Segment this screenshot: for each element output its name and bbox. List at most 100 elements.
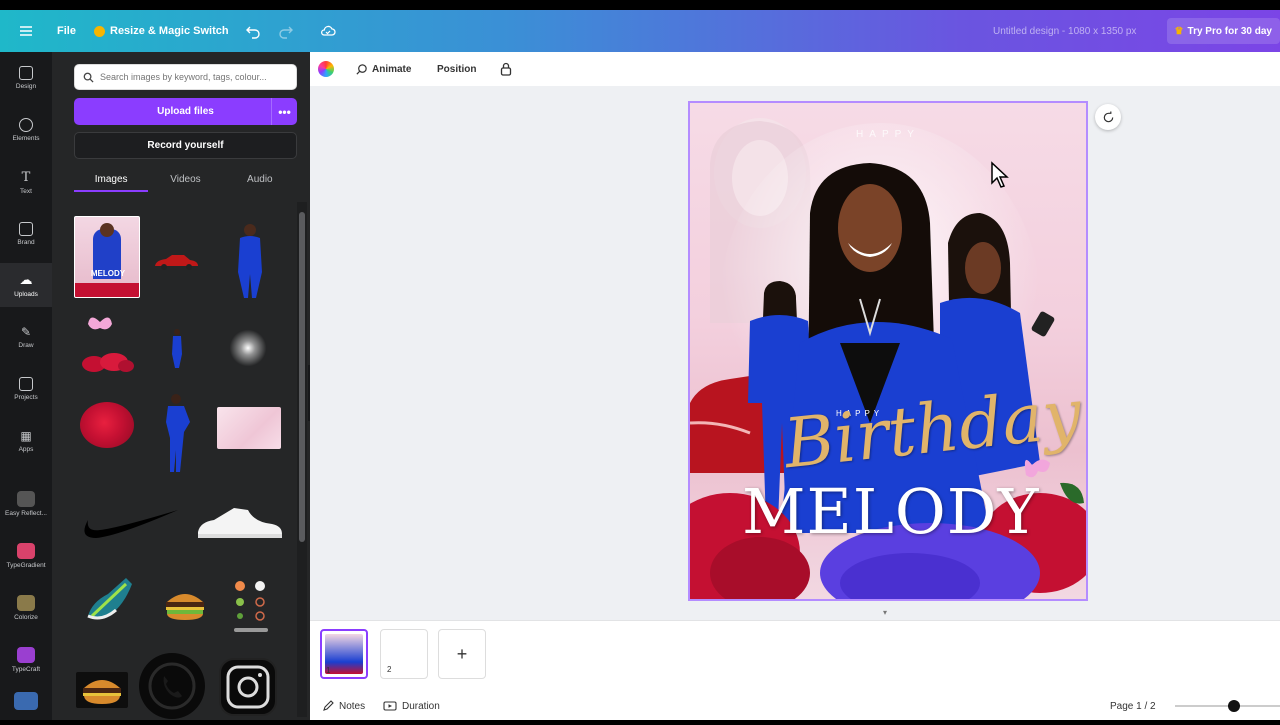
design-top-text[interactable]: HAPPY	[690, 129, 1086, 140]
tab-videos[interactable]: Videos	[148, 168, 222, 192]
more-dots-icon: •••	[278, 104, 291, 119]
rail-item-brand[interactable]: Brand	[0, 212, 52, 256]
rail-label: Brand	[17, 239, 35, 246]
upload-thumb-running-shoe[interactable]	[82, 572, 138, 628]
rail-item-design[interactable]: Design	[0, 56, 52, 100]
duration-icon	[383, 701, 397, 711]
notes-icon	[323, 700, 334, 711]
canvas-workspace: HAPPY HAPPY Birthday MELODY ▾	[310, 86, 1280, 620]
more-app-icon[interactable]	[14, 692, 38, 710]
typegradient-app-icon	[17, 543, 35, 559]
redo-icon[interactable]	[278, 10, 294, 52]
upload-thumb-pink-texture[interactable]	[217, 407, 281, 449]
scroll-thumb[interactable]	[299, 212, 305, 542]
rail-item-draw[interactable]: ✎ Draw	[0, 315, 52, 359]
upload-thumb-butterfly-roses[interactable]	[80, 310, 136, 376]
lock-button[interactable]	[499, 52, 513, 86]
upload-thumb-white-sneaker[interactable]	[194, 500, 284, 542]
menu-icon[interactable]	[18, 10, 34, 52]
upload-thumb-nike-swoosh[interactable]	[78, 502, 182, 542]
page-number: 1	[326, 666, 331, 675]
canva-editor: File Resize & Magic Switch Untitled desi…	[0, 10, 1280, 720]
position-button[interactable]: Position	[437, 52, 476, 86]
upload-thumb-birthday-poster[interactable]: MELODY	[74, 216, 140, 298]
rail-label: Easy Reflect...	[5, 510, 47, 517]
resize-button[interactable]: Resize & Magic Switch	[94, 10, 229, 52]
typecraft-app-icon	[17, 647, 35, 663]
page-thumb-1[interactable]: 1	[320, 629, 368, 679]
duration-label: Duration	[402, 700, 440, 712]
upload-thumb-burger[interactable]	[164, 590, 206, 622]
record-yourself-button[interactable]: Record yourself	[74, 132, 297, 159]
upload-thumb-woman-walking[interactable]	[156, 392, 196, 472]
upload-thumb-whatsapp-logo[interactable]	[136, 652, 208, 720]
undo-icon[interactable]	[245, 10, 261, 52]
draw-icon: ✎	[20, 325, 32, 339]
uploads-panel: Upload files ••• Record yourself Images …	[52, 52, 310, 720]
upload-files-button[interactable]: Upload files •••	[74, 98, 297, 125]
zoom-slider-knob[interactable]	[1228, 700, 1240, 712]
cloud-upload-icon: ☁	[19, 272, 33, 287]
rail-item-typegradient[interactable]: TypeGradient	[0, 534, 52, 578]
rail-label: Apps	[18, 446, 34, 453]
rail-item-elements[interactable]: Elements	[0, 108, 52, 152]
upload-more-button[interactable]: •••	[271, 98, 297, 125]
page-thumb-2[interactable]: 2	[380, 629, 428, 679]
search-input[interactable]	[100, 72, 280, 82]
panel-scrollbar[interactable]	[297, 202, 307, 717]
brand-icon	[19, 222, 33, 236]
upload-thumb-woman-blue-suit[interactable]	[232, 222, 268, 298]
notes-button[interactable]: Notes	[322, 692, 365, 720]
easy-reflect-app-icon	[17, 491, 35, 507]
color-wheel-icon	[318, 61, 334, 77]
upload-thumb-small-figure[interactable]	[170, 328, 184, 368]
upload-thumb-sticker-set[interactable]	[232, 580, 272, 634]
top-bar: File Resize & Magic Switch Untitled desi…	[0, 10, 1280, 52]
design-page[interactable]: HAPPY HAPPY Birthday MELODY	[688, 101, 1088, 601]
rail-item-projects[interactable]: Projects	[0, 367, 52, 411]
page-indicator[interactable]: Page 1 / 2	[1110, 692, 1156, 720]
rail-item-text[interactable]: T Text	[0, 160, 52, 204]
refresh-icon	[1103, 110, 1113, 122]
rail-item-uploads[interactable]: ☁ Uploads	[0, 263, 52, 307]
animate-icon	[356, 63, 367, 75]
rail-item-apps[interactable]: ▦ Apps	[0, 419, 52, 463]
cloud-save-icon[interactable]	[320, 10, 336, 52]
duration-button[interactable]: Duration	[383, 692, 440, 720]
file-menu[interactable]: File	[57, 10, 76, 52]
add-page-button[interactable]: +	[438, 629, 486, 679]
design-name-text[interactable]: MELODY	[742, 475, 1038, 548]
upload-thumb-glow-light[interactable]	[228, 328, 268, 368]
upload-thumb-burger[interactable]	[76, 672, 128, 708]
document-title[interactable]: Untitled design - 1080 x 1350 px	[993, 10, 1136, 52]
upload-thumb-red-car[interactable]	[152, 252, 200, 272]
rail-item-easy-reflect[interactable]: Easy Reflect...	[0, 482, 52, 526]
file-label: File	[57, 25, 76, 37]
animate-label: Animate	[372, 63, 412, 75]
upload-files-label: Upload files	[157, 106, 214, 117]
search-icon	[83, 72, 94, 83]
rail-item-colorize[interactable]: Colorize	[0, 586, 52, 630]
left-rail: Design Elements T Text Brand ☁ Uploads ✎…	[0, 52, 52, 720]
crown-icon	[94, 25, 105, 37]
notes-label: Notes	[339, 700, 366, 712]
text-icon: T	[21, 169, 31, 185]
position-label: Position	[437, 63, 477, 75]
rail-label: Elements	[12, 135, 40, 142]
color-picker-button[interactable]	[318, 52, 334, 86]
search-bar[interactable]	[74, 64, 297, 90]
upload-thumb-red-rose[interactable]	[80, 402, 134, 448]
upload-thumb-instagram-logo[interactable]	[216, 656, 280, 718]
pages-strip: 1 2 +	[310, 620, 1280, 692]
tab-audio[interactable]: Audio	[223, 168, 297, 192]
lock-icon	[500, 62, 512, 76]
status-bar: Notes Duration Page 1 / 2	[310, 692, 1280, 720]
tab-images[interactable]: Images	[74, 168, 149, 192]
try-pro-button[interactable]: ♛ Try Pro for 30 day	[1166, 18, 1280, 44]
rail-item-typecraft[interactable]: TypeCraft	[0, 638, 52, 682]
regenerate-button[interactable]	[1095, 104, 1121, 130]
animate-button[interactable]: Animate	[355, 52, 411, 86]
plus-icon: +	[456, 643, 468, 664]
page-expand-chevron-icon[interactable]: ▾	[883, 608, 887, 617]
elements-icon	[19, 118, 33, 132]
